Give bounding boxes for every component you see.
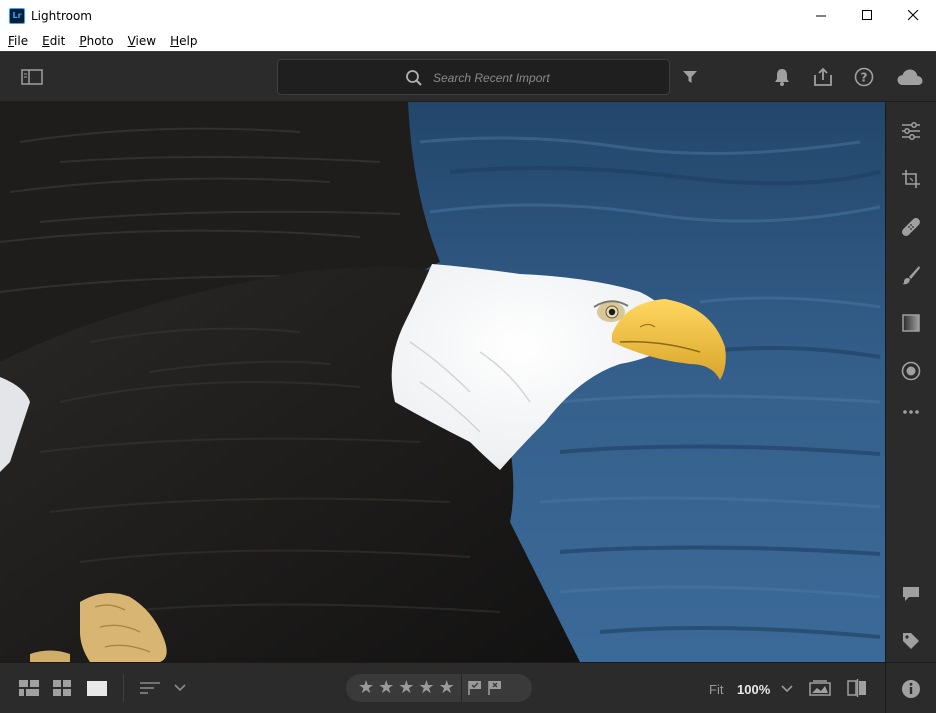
notifications-button[interactable] — [772, 66, 792, 88]
menu-view[interactable]: View — [128, 34, 156, 48]
flag-pick-button[interactable] — [467, 680, 482, 696]
panel-toggle-icon — [21, 69, 43, 85]
help-icon: ? — [854, 67, 874, 87]
photo-grid-icon — [19, 680, 39, 696]
flag-reject-button[interactable] — [487, 680, 502, 696]
maximize-icon — [861, 10, 872, 20]
healing-icon — [902, 218, 920, 236]
star-5[interactable]: ★ — [439, 679, 455, 697]
before-after-icon — [847, 679, 866, 697]
crop-icon — [902, 170, 920, 188]
minimize-icon — [815, 15, 826, 17]
zoom-dropdown-button[interactable] — [780, 682, 794, 696]
square-grid-view-button[interactable] — [18, 679, 40, 697]
bottom-bar: ★ ★ ★ ★ ★ Fit 100% — [0, 662, 936, 713]
window-title: Lightroom — [31, 8, 92, 23]
panel-divider — [885, 663, 886, 713]
auto-tone-icon — [809, 680, 831, 696]
edit-tools-panel — [885, 102, 936, 662]
brush-icon — [902, 266, 920, 285]
zoom-level[interactable]: 100% — [737, 682, 770, 697]
star-4[interactable]: ★ — [418, 679, 434, 697]
panel-toggle-button[interactable] — [20, 66, 44, 88]
chevron-down-icon — [174, 684, 186, 692]
detail-view-button[interactable] — [86, 679, 108, 697]
menu-file[interactable]: File — [8, 34, 28, 48]
minimize-button[interactable] — [798, 0, 844, 31]
rating-flag-control: ★ ★ ★ ★ ★ — [346, 674, 532, 702]
radial-gradient-button[interactable] — [899, 359, 923, 383]
star-3[interactable]: ★ — [398, 679, 414, 697]
menu-photo[interactable]: Photo — [79, 34, 113, 48]
flag-reject-icon — [487, 681, 501, 695]
more-tools-button[interactable] — [899, 400, 923, 424]
share-icon — [814, 67, 832, 86]
menu-edit[interactable]: Edit — [42, 34, 65, 48]
star-1[interactable]: ★ — [358, 679, 374, 697]
share-button[interactable] — [812, 65, 834, 89]
flag-pick-icon — [467, 681, 481, 695]
filter-icon — [683, 71, 697, 83]
close-icon — [907, 10, 918, 21]
rating-separator — [460, 674, 462, 702]
bell-icon — [775, 69, 789, 86]
search-placeholder: Search Recent Import — [433, 71, 550, 85]
single-photo-icon — [87, 680, 107, 696]
zoom-fit-button[interactable]: Fit — [709, 682, 723, 697]
svg-text:?: ? — [861, 71, 868, 85]
comments-button[interactable] — [899, 582, 923, 606]
healing-button[interactable] — [899, 215, 923, 239]
bottom-divider — [123, 674, 124, 702]
help-button[interactable]: ? — [853, 66, 875, 88]
filter-button[interactable] — [680, 67, 700, 87]
keywords-button[interactable] — [899, 629, 923, 653]
cloud-icon — [897, 69, 923, 85]
search-icon — [406, 70, 422, 86]
title-bar: Lr Lightroom — [0, 0, 936, 31]
cloud-sync-button[interactable] — [896, 66, 924, 88]
chevron-down-icon — [781, 685, 793, 693]
crop-button[interactable] — [899, 167, 923, 191]
menu-help[interactable]: Help — [170, 34, 197, 48]
menu-bar: File Edit Photo View Help — [0, 31, 936, 51]
photo-canvas[interactable] — [0, 102, 885, 662]
brush-button[interactable] — [899, 263, 923, 287]
radial-gradient-icon — [901, 361, 921, 381]
sort-button[interactable] — [139, 679, 161, 697]
compare-button[interactable] — [846, 678, 868, 698]
sort-dropdown-button[interactable] — [173, 681, 187, 695]
linear-gradient-icon — [902, 314, 920, 332]
edit-button[interactable] — [899, 119, 923, 143]
close-button[interactable] — [890, 0, 936, 31]
tag-icon — [903, 633, 919, 649]
auto-enhance-button[interactable] — [808, 678, 832, 698]
comment-icon — [903, 587, 919, 601]
info-button[interactable] — [900, 678, 922, 700]
window-controls — [798, 0, 936, 31]
lightroom-logo-icon: Lr — [9, 7, 25, 24]
grid-icon — [53, 680, 71, 696]
star-2[interactable]: ★ — [378, 679, 394, 697]
maximize-button[interactable] — [844, 0, 890, 31]
edit-sliders-icon — [902, 122, 920, 140]
more-icon — [903, 410, 919, 414]
info-icon — [902, 680, 920, 698]
sort-icon — [140, 682, 160, 694]
grid-view-button[interactable] — [51, 679, 73, 697]
linear-gradient-button[interactable] — [899, 311, 923, 335]
top-toolbar: Search Recent Import ? — [0, 51, 936, 101]
search-input[interactable]: Search Recent Import — [277, 59, 670, 95]
eagle-photo — [0, 102, 885, 662]
